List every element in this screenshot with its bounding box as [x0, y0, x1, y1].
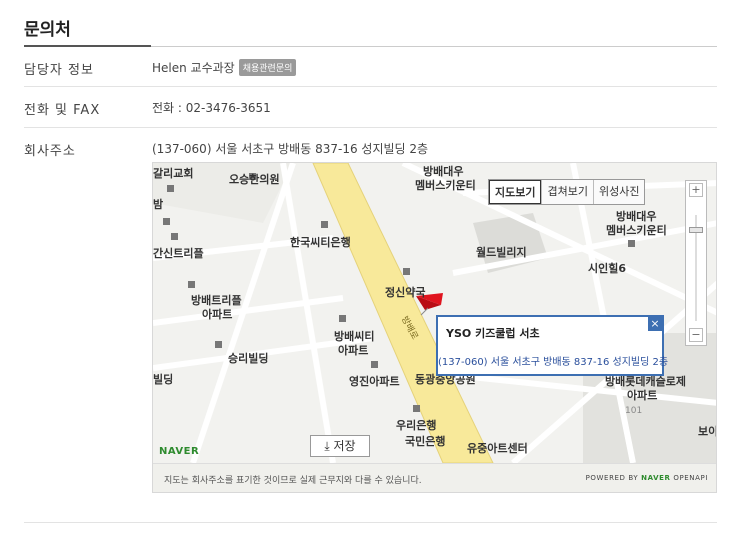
- row-divider: [24, 127, 717, 128]
- map-label-triple-left: 간신트리플: [153, 247, 204, 260]
- map-label-hanguk-bank: 한국씨티은행: [290, 236, 351, 249]
- zoom-out-button[interactable]: −: [689, 328, 703, 342]
- map-label-city-apt: 아파트: [338, 344, 369, 357]
- location-map[interactable]: 갈리교회 오승한의원 방배대우 멤버스키운티 밤 방배대우 멤버스키운티 한국씨…: [152, 162, 717, 493]
- map-label-building-no: 101: [625, 406, 643, 416]
- title-divider: [24, 45, 151, 47]
- map-notice: 지도는 회사주소를 표기한 것이므로 실제 근무지와 다를 수 있습니다.: [164, 476, 422, 486]
- naver-logo: NAVER: [159, 446, 200, 457]
- bottom-divider: [24, 522, 717, 523]
- map-type-tabs: 지도보기 겹쳐보기 위성사진: [488, 179, 646, 205]
- tab-map-view[interactable]: 지도보기: [489, 180, 542, 204]
- map-label-bam: 밤: [153, 198, 164, 211]
- map-label-oseong: 오승한의원: [229, 173, 280, 186]
- contact-person-value: Helen 교수과장 채용관련문의: [152, 59, 297, 76]
- map-label-yujung: 유중아트센터: [467, 442, 528, 455]
- title-divider-light: [151, 46, 717, 47]
- address-label: 회사주소: [24, 144, 76, 159]
- map-label-members-right: 멤버스키운티: [606, 224, 667, 237]
- map-label-church: 갈리교회: [153, 167, 194, 180]
- close-icon[interactable]: ×: [648, 317, 662, 331]
- map-label-jeongsin: 정신약국: [385, 286, 426, 299]
- location-info-window: YSO 키즈쿨럽 서초 × (137-060) 서울 서초구 방배동 837-1…: [436, 315, 668, 376]
- powered-by-naver: POWERED BY NAVER OPENAPI: [586, 474, 708, 482]
- map-label-yeongjin: 영진아파트: [349, 375, 400, 388]
- save-map-button[interactable]: ⤓ 저장: [310, 435, 370, 457]
- map-label-triple-apt: 아파트: [202, 308, 233, 321]
- info-window-address[interactable]: (137-060) 서울 서초구 방배동 837-16 성지빌딩 2층: [438, 353, 668, 368]
- map-label-members-top: 멤버스키운티: [415, 179, 476, 192]
- zoom-in-button[interactable]: +: [689, 183, 703, 197]
- map-label-woori: 우리은행: [396, 419, 437, 432]
- section-title: 문의처: [24, 20, 71, 40]
- phone-label: 전화 및 FAX: [24, 103, 101, 118]
- map-label-bo: 보이: [698, 425, 717, 438]
- address-value: (137-060) 서울 서초구 방배동 837-16 성지빌딩 2층: [152, 142, 429, 156]
- tab-satellite-view[interactable]: 위성사진: [592, 180, 645, 204]
- map-label-seungni: 승리빌딩: [228, 352, 269, 365]
- recruit-inquiry-badge: 채용관련문의: [238, 59, 297, 76]
- map-label-gukmin: 국민은행: [405, 435, 446, 448]
- info-window-title: YSO 키즈쿨럽 서초: [446, 327, 540, 340]
- map-label-world-building: 월드빌리지: [476, 246, 527, 259]
- map-footer: 지도는 회사주소를 표기한 것이므로 실제 근무지와 다를 수 있습니다. PO…: [153, 463, 716, 492]
- contact-person-name: Helen 교수과장: [152, 61, 235, 75]
- row-divider: [24, 86, 717, 87]
- powered-prefix: POWERED BY: [585, 474, 639, 482]
- map-label-castle-apt: 아파트: [627, 389, 658, 402]
- contact-person-label: 담당자 정보: [24, 63, 94, 78]
- powered-suffix: OPENAPI: [673, 474, 708, 482]
- map-label-sinil: 시인힐6: [588, 262, 627, 275]
- zoom-slider-handle[interactable]: [689, 227, 703, 233]
- phone-value: 전화 : 02-3476-3651: [152, 101, 271, 115]
- tab-overlay-view[interactable]: 겹쳐보기: [541, 180, 593, 204]
- map-label-bil: 빌딩: [153, 373, 174, 386]
- zoom-control: + −: [685, 180, 707, 346]
- powered-brand: NAVER: [641, 474, 671, 482]
